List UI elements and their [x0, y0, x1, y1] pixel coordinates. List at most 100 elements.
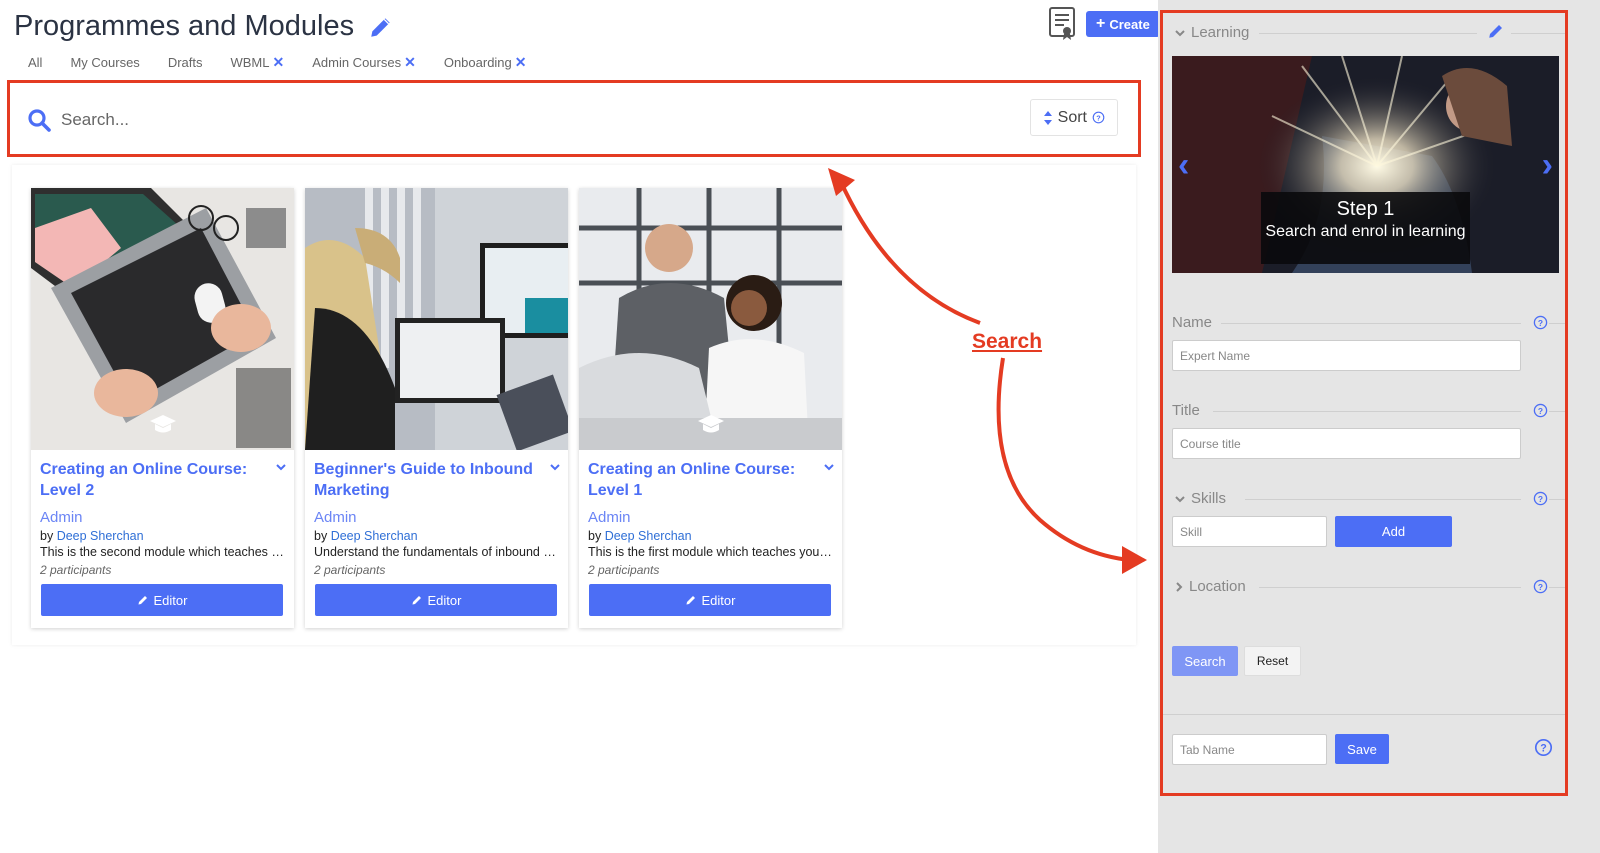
chevron-down-icon[interactable] [276, 463, 286, 471]
course-description: This is the first module which teaches y… [588, 545, 834, 559]
tab-wbml[interactable]: WBML ✕ [216, 52, 298, 73]
reset-label: Reset [1256, 654, 1289, 668]
skill-input[interactable] [1172, 516, 1327, 547]
field-label-title: Title [1172, 402, 1200, 419]
course-card[interactable]: Beginner's Guide to Inbound Marketing Ad… [305, 188, 568, 628]
tab-label: Drafts [167, 55, 203, 70]
editor-button[interactable]: Editor [589, 584, 831, 616]
search-bar-highlight: Sort ? [7, 80, 1141, 157]
course-role: Admin [40, 509, 83, 526]
close-icon[interactable]: ✕ [272, 54, 284, 71]
location-label: Location [1189, 578, 1246, 595]
help-icon[interactable]: ? [1533, 491, 1548, 506]
graduation-cap-icon [150, 415, 176, 433]
carousel-caption: Step 1 Search and enrol in learning [1261, 192, 1470, 264]
svg-text:?: ? [1096, 113, 1101, 122]
divider [1549, 587, 1565, 588]
by-label: by [40, 529, 54, 543]
add-skill-label: Add [1381, 524, 1406, 539]
course-description: Understand the fundamentals of inbound m… [314, 545, 560, 559]
tab-all[interactable]: All [14, 52, 56, 73]
course-title-input[interactable] [1172, 428, 1521, 459]
course-card[interactable]: Creating an Online Course: Level 1 Admin… [579, 188, 842, 628]
plus-icon: + [1096, 15, 1106, 32]
help-icon[interactable]: ? [1533, 403, 1548, 418]
sidebar-search-label: Search [1184, 653, 1226, 669]
chevron-down-icon[interactable] [550, 463, 560, 471]
tab-admin-courses[interactable]: Admin Courses ✕ [298, 52, 430, 73]
save-button[interactable]: Save [1335, 734, 1389, 764]
create-button-label: Create [1109, 16, 1150, 32]
editor-button[interactable]: Editor [315, 584, 557, 616]
close-icon[interactable]: ✕ [404, 54, 416, 71]
tab-name-input[interactable] [1172, 734, 1327, 765]
help-icon[interactable]: ? [1533, 579, 1548, 594]
tab-label: Onboarding [443, 55, 512, 70]
pencil-icon[interactable] [1487, 22, 1505, 40]
svg-text:?: ? [1540, 743, 1547, 755]
svg-text:?: ? [1538, 406, 1543, 416]
divider [1259, 587, 1521, 588]
course-thumbnail [579, 188, 842, 450]
editor-button[interactable]: Editor [41, 584, 283, 616]
by-label: by [314, 529, 328, 543]
author-link[interactable]: Deep Sherchan [57, 529, 144, 543]
author-link[interactable]: Deep Sherchan [331, 529, 418, 543]
participants-count: 2 participants [40, 563, 112, 577]
tab-my-courses[interactable]: My Courses [56, 52, 153, 73]
divider [1213, 411, 1521, 412]
course-cards-panel: Creating an Online Course: Level 2 Admin… [12, 165, 1136, 645]
divider [1245, 499, 1521, 500]
chevron-down-icon[interactable] [824, 463, 834, 471]
divider [1163, 714, 1565, 715]
course-card[interactable]: Creating an Online Course: Level 2 Admin… [31, 188, 294, 628]
search-sidebar: Learning ‹ › Step 1 Search and enrol in … [1160, 10, 1568, 796]
sort-label: Sort [1057, 108, 1087, 126]
tab-onboarding[interactable]: Onboarding ✕ [430, 52, 541, 73]
course-title[interactable]: Creating an Online Course: Level 2 [40, 459, 270, 501]
author-link[interactable]: Deep Sherchan [605, 529, 692, 543]
create-button[interactable]: + Create [1086, 11, 1160, 37]
divider [1549, 411, 1565, 412]
section-header-skills[interactable]: Skills [1175, 490, 1226, 507]
tab-drafts[interactable]: Drafts [154, 52, 217, 73]
svg-text:?: ? [1538, 582, 1543, 592]
section-header-location[interactable]: Location [1175, 578, 1246, 595]
help-icon[interactable]: ? [1533, 315, 1548, 330]
course-title[interactable]: Beginner's Guide to Inbound Marketing [314, 459, 544, 501]
graduation-cap-icon [698, 415, 724, 433]
expert-name-input[interactable] [1172, 340, 1521, 371]
course-role: Admin [588, 509, 631, 526]
divider [1221, 323, 1521, 324]
help-icon[interactable]: ? [1092, 111, 1105, 124]
save-label: Save [1347, 741, 1377, 757]
add-skill-button[interactable]: Add [1335, 516, 1452, 547]
help-icon[interactable]: ? [1534, 738, 1553, 757]
arrow-left-icon[interactable]: ‹ [1178, 146, 1189, 185]
sort-icon [1043, 110, 1052, 125]
editor-button-label: Editor [427, 592, 462, 608]
divider [1259, 33, 1477, 34]
pencil-icon[interactable] [368, 14, 394, 40]
course-role: Admin [314, 509, 357, 526]
editor-button-label: Editor [701, 592, 736, 608]
pencil-icon [412, 596, 421, 605]
search-icon [28, 109, 51, 132]
sidebar-search-button[interactable]: Search [1172, 646, 1238, 676]
reset-button[interactable]: Reset [1244, 646, 1301, 676]
section-header-learning[interactable]: Learning [1175, 24, 1249, 41]
search-row [27, 103, 1027, 137]
close-icon[interactable]: ✕ [515, 54, 527, 71]
tab-label: WBML [230, 55, 270, 70]
search-input[interactable] [61, 110, 961, 130]
arrow-right-icon[interactable]: › [1542, 146, 1553, 185]
course-title[interactable]: Creating an Online Course: Level 1 [588, 459, 818, 501]
participants-count: 2 participants [588, 563, 660, 577]
sort-button[interactable]: Sort ? [1029, 99, 1118, 136]
course-thumbnail [305, 188, 568, 450]
field-label-name: Name [1172, 314, 1212, 331]
divider [1549, 499, 1565, 500]
certificate-icon[interactable] [1048, 7, 1076, 41]
by-label: by [588, 529, 602, 543]
skills-label: Skills [1191, 490, 1227, 507]
